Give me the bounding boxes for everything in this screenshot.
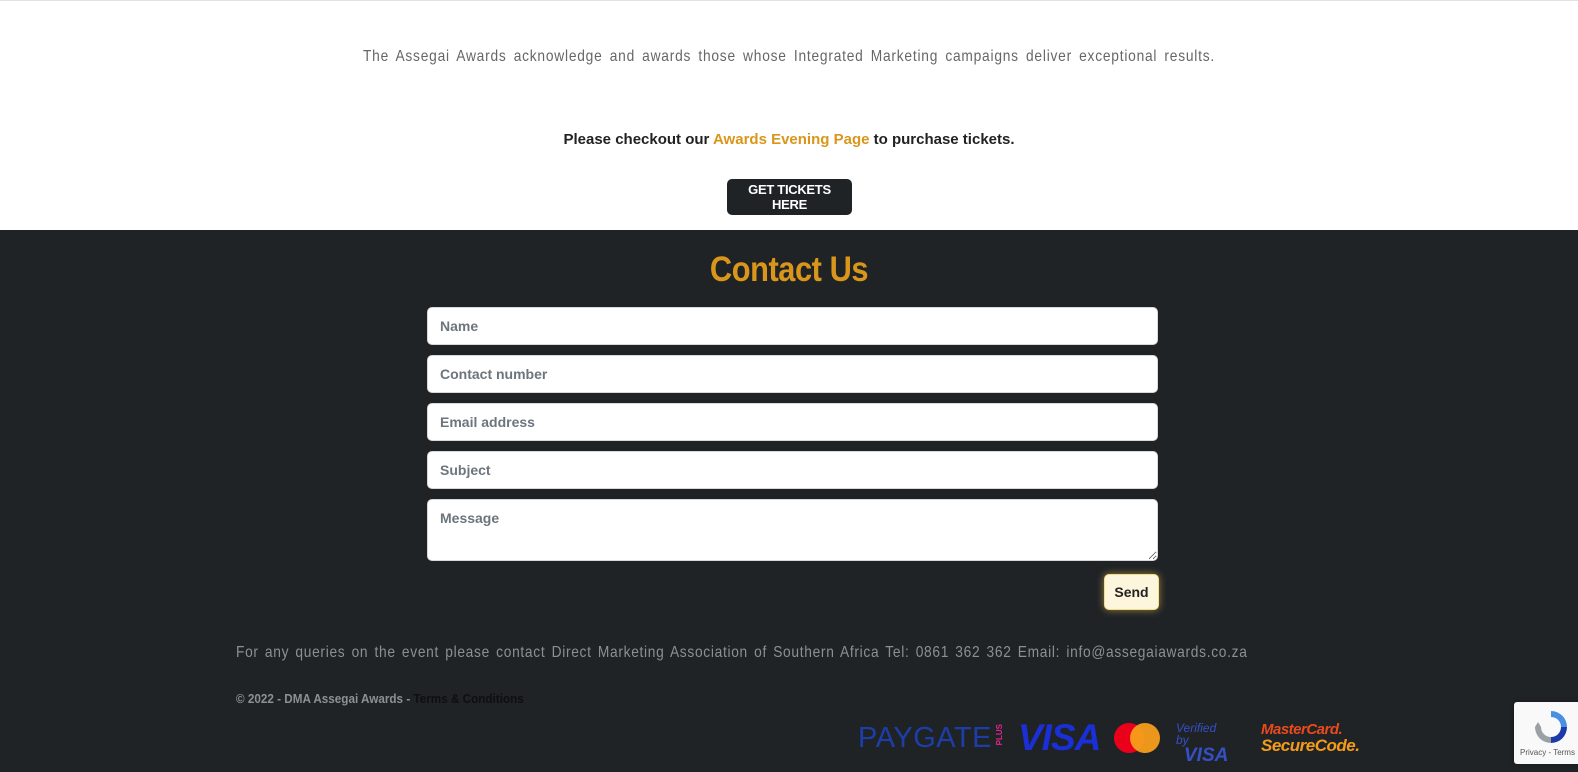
name-field[interactable] — [427, 307, 1158, 345]
verified-visa-text: VISA — [1184, 745, 1229, 766]
message-field[interactable] — [427, 499, 1158, 561]
awards-evening-link[interactable]: Awards Evening Page — [713, 131, 869, 148]
contact-title: Contact Us — [709, 250, 869, 289]
securecode-text: SecureCode. — [1261, 736, 1360, 755]
copyright-text: © 2022 - DMA Assegai Awards - — [236, 691, 414, 706]
paygate-plus-mark: PLUS — [995, 724, 1004, 746]
mastercard-securecode-logo: MasterCard. SecureCode. — [1261, 721, 1360, 755]
intro-text: The Assegai Awards acknowledge and award… — [363, 48, 1215, 65]
send-button[interactable]: Send — [1104, 574, 1159, 610]
verified-by-text: Verified by — [1176, 721, 1217, 747]
checkout-text-before: Please checkout our — [563, 131, 713, 148]
recaptcha-links[interactable]: Privacy - Terms — [1520, 748, 1575, 757]
paygate-logo: PAYGATE — [858, 722, 993, 754]
recaptcha-badge[interactable]: Privacy - Terms — [1514, 702, 1578, 764]
terms-link[interactable]: Terms & Conditions — [413, 691, 523, 706]
get-tickets-button[interactable]: GET TICKETS HERE — [727, 179, 852, 215]
mastercard-logo — [1114, 721, 1160, 757]
top-divider — [0, 0, 1578, 1]
mastercard-yellow-circle — [1130, 723, 1160, 753]
contact-section: Contact Us Send For any queries on the e… — [0, 230, 1578, 772]
email-field[interactable] — [427, 403, 1158, 441]
contact-number-field[interactable] — [427, 355, 1158, 393]
checkout-text-after: to purchase tickets. — [869, 131, 1015, 148]
copyright-line: © 2022 - DMA Assegai Awards - Terms & Co… — [236, 691, 524, 706]
verified-by-visa-logo: Verified by VISA — [1176, 722, 1228, 765]
visa-logo: VISA — [1018, 717, 1101, 758]
queries-text: For any queries on the event please cont… — [236, 644, 1248, 661]
checkout-line: Please checkout our Awards Evening Page … — [0, 131, 1578, 148]
recaptcha-icon — [1535, 711, 1567, 743]
subject-field[interactable] — [427, 451, 1158, 489]
mastercard-text: MasterCard. — [1261, 721, 1343, 738]
